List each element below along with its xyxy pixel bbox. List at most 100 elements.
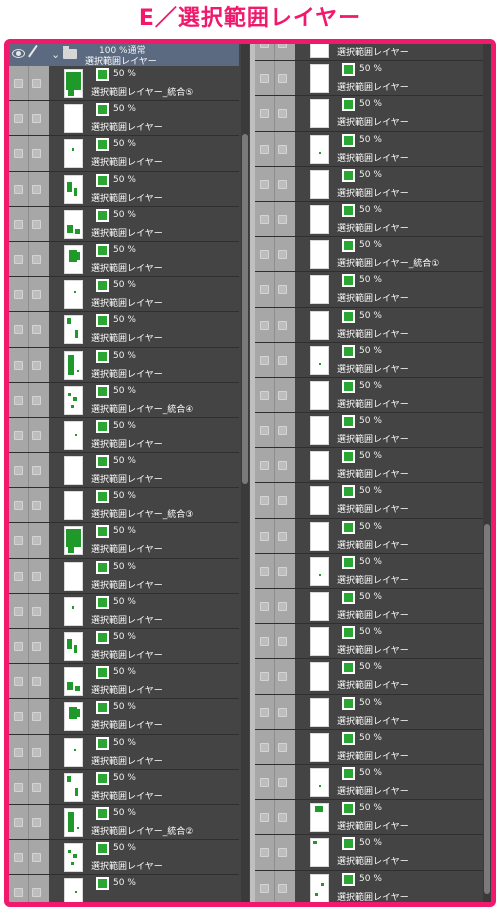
lock-checkbox[interactable] (278, 285, 287, 295)
layer-row[interactable]: 50 % 選択範囲レイヤー (9, 594, 239, 629)
visibility-checkbox[interactable] (14, 360, 23, 370)
layer-row[interactable]: 50 % 選択範囲レイヤー (9, 242, 239, 278)
lock-checkbox[interactable] (32, 360, 41, 370)
layer-row[interactable]: 50 % 選択範囲レイヤー (9, 101, 239, 137)
layer-row[interactable]: 50 % 選択範囲レイヤー (9, 453, 239, 489)
visibility-checkbox[interactable] (14, 290, 23, 300)
lock-checkbox[interactable] (32, 501, 41, 511)
visibility-checkbox[interactable] (260, 742, 269, 752)
lock-checkbox[interactable] (278, 883, 287, 893)
layer-row[interactable]: 50 % 選択範囲レイヤー (9, 840, 239, 876)
lock-checkbox[interactable] (278, 777, 287, 787)
visibility-checkbox[interactable] (260, 883, 269, 893)
visibility-checkbox[interactable] (260, 496, 269, 506)
layer-row[interactable]: 50 % 選択範囲レイヤー (255, 695, 485, 730)
lock-checkbox[interactable] (278, 672, 287, 682)
lock-checkbox[interactable] (32, 430, 41, 440)
visibility-checkbox[interactable] (260, 813, 269, 823)
layer-row[interactable]: 50 % 選択範囲レイヤー_統合④ (9, 383, 239, 418)
layer-row[interactable]: 50 % 選択範囲レイヤー (255, 589, 485, 625)
lock-checkbox[interactable] (278, 742, 287, 752)
lock-checkbox[interactable] (278, 496, 287, 506)
lock-checkbox[interactable] (32, 782, 41, 792)
layer-row[interactable]: 50 % 選択範囲レイヤー (255, 308, 485, 343)
layer-row[interactable]: 50 % 選択範囲レイヤー (255, 519, 485, 554)
layer-row[interactable]: 50 % 選択範囲レイヤー_統合⑤ (9, 66, 239, 102)
visibility-checkbox[interactable] (14, 219, 23, 229)
visibility-checkbox[interactable] (14, 149, 23, 159)
visibility-checkbox[interactable] (260, 44, 269, 48)
visibility-checkbox[interactable] (14, 114, 23, 124)
visibility-checkbox[interactable] (260, 602, 269, 611)
lock-checkbox[interactable] (32, 853, 41, 863)
layer-row[interactable]: 50 % 選択範囲レイヤー (9, 523, 239, 559)
visibility-checkbox[interactable] (14, 79, 23, 88)
layer-row[interactable]: 選択範囲レイヤー (255, 44, 485, 62)
visibility-checkbox[interactable] (260, 214, 269, 224)
layer-row[interactable]: 50 % 選択範囲レイヤー (9, 664, 239, 700)
layer-row[interactable]: 50 % 選択範囲レイヤー (255, 871, 485, 902)
pen-icon[interactable] (28, 44, 46, 64)
visibility-checkbox[interactable] (260, 566, 269, 576)
layer-row[interactable]: 50 % 選択範囲レイヤー (255, 624, 485, 660)
lock-checkbox[interactable] (32, 184, 41, 194)
lock-checkbox[interactable] (278, 179, 287, 189)
layer-row[interactable]: 50 % 選択範囲レイヤー (9, 136, 239, 172)
lock-checkbox[interactable] (278, 566, 287, 576)
visibility-checkbox[interactable] (260, 109, 269, 119)
lock-checkbox[interactable] (32, 677, 41, 687)
visibility-checkbox[interactable] (260, 355, 269, 365)
visibility-checkbox[interactable] (260, 637, 269, 647)
lock-checkbox[interactable] (278, 44, 287, 48)
visibility-checkbox[interactable] (14, 254, 23, 264)
visibility-checkbox[interactable] (14, 677, 23, 687)
layer-row[interactable]: 50 % 選択範囲レイヤー (9, 559, 239, 594)
lock-checkbox[interactable] (32, 149, 41, 159)
lock-checkbox[interactable] (32, 712, 41, 722)
visibility-checkbox[interactable] (14, 466, 23, 476)
visibility-checkbox[interactable] (14, 642, 23, 651)
visibility-checkbox[interactable] (14, 536, 23, 546)
visibility-checkbox[interactable] (260, 848, 269, 858)
visibility-checkbox[interactable] (14, 712, 23, 722)
lock-checkbox[interactable] (32, 571, 41, 581)
lock-checkbox[interactable] (32, 325, 41, 335)
layer-row[interactable]: 50 % 選択範囲レイヤー (9, 770, 239, 805)
lock-checkbox[interactable] (278, 320, 287, 330)
lock-checkbox[interactable] (32, 606, 41, 616)
visibility-checkbox[interactable] (14, 888, 23, 898)
lock-checkbox[interactable] (32, 219, 41, 229)
visibility-checkbox[interactable] (260, 74, 269, 84)
visibility-checkbox[interactable] (260, 531, 269, 541)
layer-row[interactable]: 50 % 選択範囲レイヤー (255, 835, 485, 871)
layer-row[interactable]: 50 % 選択範囲レイヤー (9, 312, 239, 348)
eye-icon[interactable] (12, 49, 25, 58)
lock-checkbox[interactable] (278, 426, 287, 436)
layer-row[interactable]: 50 % 選択範囲レイヤー (255, 378, 485, 414)
layer-row[interactable]: 50 % 選択範囲レイヤー (255, 554, 485, 589)
visibility-checkbox[interactable] (14, 571, 23, 581)
lock-checkbox[interactable] (278, 250, 287, 260)
visibility-checkbox[interactable] (260, 707, 269, 717)
lock-checkbox[interactable] (32, 466, 41, 476)
lock-checkbox[interactable] (278, 390, 287, 400)
layer-row[interactable]: 50 % 選択範囲レイヤー (9, 348, 239, 383)
visibility-checkbox[interactable] (260, 144, 269, 154)
visibility-checkbox[interactable] (260, 426, 269, 436)
layer-row[interactable]: 50 % 選択範囲レイヤー (255, 272, 485, 308)
scrollbar-thumb[interactable] (242, 134, 248, 484)
visibility-checkbox[interactable] (260, 179, 269, 189)
layer-row[interactable]: 50 % 選択範囲レイヤー_統合① (255, 237, 485, 273)
lock-checkbox[interactable] (32, 254, 41, 264)
layer-row[interactable]: 50 % 選択範囲レイヤー (9, 735, 239, 770)
scrollbar-left[interactable] (241, 44, 249, 902)
lock-checkbox[interactable] (32, 114, 41, 124)
visibility-checkbox[interactable] (260, 390, 269, 400)
lock-checkbox[interactable] (278, 214, 287, 224)
layer-row[interactable]: 50 % 選択範囲レイヤー (255, 343, 485, 378)
visibility-checkbox[interactable] (14, 501, 23, 511)
layer-row[interactable]: 50 % 選択範囲レイヤー (255, 61, 485, 97)
chevron-down-icon[interactable]: ⌄ (51, 48, 60, 61)
visibility-checkbox[interactable] (14, 747, 23, 757)
visibility-checkbox[interactable] (14, 395, 23, 405)
